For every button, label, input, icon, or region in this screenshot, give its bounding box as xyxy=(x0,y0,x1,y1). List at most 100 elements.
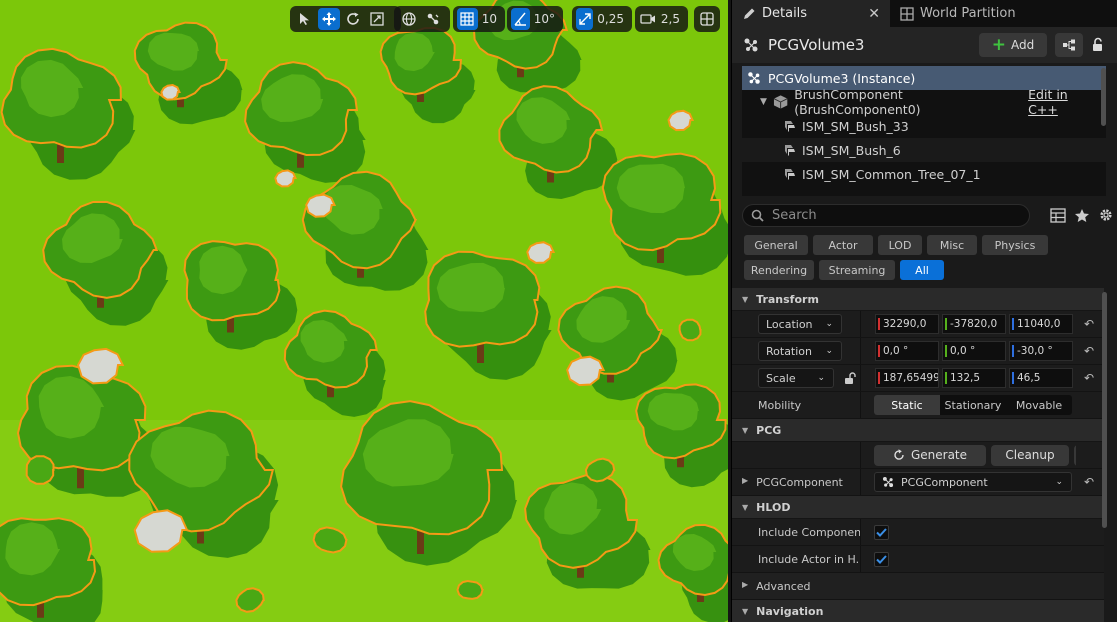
location-y-field[interactable]: -37820,0 xyxy=(942,314,1006,334)
search-input[interactable]: Search xyxy=(742,203,1030,227)
scale-tool-button[interactable] xyxy=(366,8,388,30)
generate-button[interactable]: Generate xyxy=(874,444,986,466)
rotation-y-field[interactable]: 0,0 ° xyxy=(942,341,1006,361)
transform-tools xyxy=(290,6,401,32)
component-child-row[interactable]: ISM_SM_Common_Tree_07_1 xyxy=(742,162,1106,186)
scale-label: Scale xyxy=(766,371,796,385)
expand-arrow-icon: ▼ xyxy=(742,294,749,304)
rotation-snap-toggle[interactable] xyxy=(511,8,530,30)
scale-snap-value[interactable]: 0,25 xyxy=(595,12,628,26)
mobility-row: Mobility Static Stationary Movable xyxy=(732,392,1104,419)
rotation-x-field[interactable]: 0,0 ° xyxy=(875,341,939,361)
grid-snap-toggle[interactable] xyxy=(457,8,478,30)
expand-arrow-icon: ▶ xyxy=(742,579,749,589)
transform-section-header[interactable]: ▼ Transform xyxy=(732,288,1104,311)
filter-rendering-button[interactable]: Rendering xyxy=(744,260,814,280)
reset-arrow-icon[interactable]: ↶ xyxy=(1084,317,1094,331)
mobility-option-movable[interactable]: Movable xyxy=(1006,395,1072,415)
unlock-icon[interactable] xyxy=(844,371,856,385)
component-child-row[interactable]: ISM_SM_Bush_33 xyxy=(742,114,1106,138)
expand-arrow-icon: ▼ xyxy=(742,425,749,435)
tab-details-label: Details xyxy=(762,6,808,21)
camera-speed-value[interactable]: 2,5 xyxy=(659,12,684,26)
scale-x-field[interactable]: 187,65499 xyxy=(875,368,939,388)
component-child-row[interactable]: ISM_SM_Bush_6 xyxy=(742,138,1106,162)
grid-snap-value[interactable]: 10 xyxy=(480,12,501,26)
rotation-label: Rotation xyxy=(766,344,813,358)
rotation-label-cell: Rotation ⌄ xyxy=(732,341,860,361)
details-scrollbar[interactable] xyxy=(1102,292,1107,528)
lock-icon[interactable] xyxy=(1091,37,1107,53)
rotation-vector: 0,0 ° 0,0 ° -30,0 ° xyxy=(875,341,1073,361)
transform-title: Transform xyxy=(756,292,819,306)
column-divider xyxy=(860,392,861,418)
include-actor-label: Include Actor in H... xyxy=(758,552,860,566)
location-vector: 32290,0 -37820,0 11040,0 xyxy=(875,314,1073,334)
viewport-layout-button[interactable] xyxy=(696,8,718,30)
edit-in-cpp-link[interactable]: Edit in C++ xyxy=(1028,87,1098,117)
filter-all-button[interactable]: All xyxy=(900,260,944,280)
translate-tool-button[interactable] xyxy=(318,8,340,30)
pcg-component-dropdown[interactable]: PCGComponent ⌄ xyxy=(874,472,1072,492)
rotation-z-field[interactable]: -30,0 ° xyxy=(1009,341,1073,361)
location-row: Location ⌄ 32290,0 -37820,0 11040,0 ↶ xyxy=(732,311,1104,338)
world-space-button[interactable] xyxy=(398,8,420,30)
clear-button[interactable]: C xyxy=(1074,444,1076,466)
navigation-section-header[interactable]: ▼ Navigation xyxy=(732,600,1104,622)
foliage-scene[interactable] xyxy=(0,0,728,622)
expand-arrow-icon[interactable]: ▶ xyxy=(742,476,748,489)
pencil-icon xyxy=(744,8,755,19)
filter-general-button[interactable]: General xyxy=(744,235,808,255)
pcg-section-header[interactable]: ▼ PCG xyxy=(732,419,1104,442)
mobility-segmented-control: Static Stationary Movable xyxy=(874,395,1072,415)
camera-speed-button[interactable] xyxy=(639,8,657,30)
hlod-section-header[interactable]: ▼ HLOD xyxy=(732,496,1104,519)
cleanup-button[interactable]: Cleanup xyxy=(991,444,1069,466)
component-brush-row[interactable]: ▼ BrushComponent (BrushComponent0) Edit … xyxy=(742,87,1106,117)
filter-physics-button[interactable]: Physics xyxy=(982,235,1048,255)
filter-actor-button[interactable]: Actor xyxy=(813,235,873,255)
filter-row-2: Rendering Streaming All xyxy=(744,260,1117,280)
filter-streaming-button[interactable]: Streaming xyxy=(819,260,895,280)
location-z-field[interactable]: 11040,0 xyxy=(1009,314,1073,334)
collapse-arrow-icon[interactable]: ▼ xyxy=(760,97,767,107)
level-viewport[interactable]: 10 10° 0,25 2,5 xyxy=(0,0,728,622)
property-matrix-icon[interactable] xyxy=(1050,207,1066,223)
scale-dropdown[interactable]: Scale ⌄ xyxy=(758,368,834,388)
rotate-tool-button[interactable] xyxy=(342,8,364,30)
scale-z-field[interactable]: 46,5 xyxy=(1009,368,1073,388)
surface-snap-button[interactable] xyxy=(422,8,444,30)
advanced-row[interactable]: ▶ Advanced xyxy=(732,573,1104,600)
rotation-snap-value[interactable]: 10° xyxy=(532,12,559,26)
pcg-actions-row: Generate Cleanup C xyxy=(732,442,1104,469)
component-tree-scrollbar[interactable] xyxy=(1101,68,1106,126)
pcg-component-value: PCGComponent xyxy=(901,475,988,489)
reset-arrow-icon[interactable]: ↶ xyxy=(1084,344,1094,358)
scale-label-cell: Scale ⌄ xyxy=(732,368,860,388)
reset-arrow-icon[interactable]: ↶ xyxy=(1084,371,1094,385)
location-x-field[interactable]: 32290,0 xyxy=(875,314,939,334)
tab-world-partition[interactable]: World Partition xyxy=(890,0,1026,27)
include-actor-checkbox[interactable] xyxy=(874,551,889,567)
select-tool-button[interactable] xyxy=(294,8,316,30)
location-dropdown[interactable]: Location ⌄ xyxy=(758,314,842,334)
blueprint-button[interactable] xyxy=(1055,33,1083,57)
rotation-dropdown[interactable]: Rotation ⌄ xyxy=(758,341,842,361)
close-tab-icon[interactable]: ✕ xyxy=(868,6,880,22)
favorite-star-icon[interactable] xyxy=(1074,208,1090,223)
filter-lod-button[interactable]: LOD xyxy=(878,235,922,255)
editor-window: 10 10° 0,25 2,5 Details ✕ World Partitio… xyxy=(0,0,1117,622)
tab-details[interactable]: Details ✕ xyxy=(732,0,890,27)
reset-arrow-icon[interactable]: ↶ xyxy=(1084,475,1094,489)
mobility-option-static[interactable]: Static xyxy=(874,395,940,415)
scale-snap-toggle[interactable] xyxy=(576,8,594,30)
settings-gear-icon[interactable] xyxy=(1098,207,1114,223)
advanced-label: Advanced xyxy=(756,579,811,593)
include-actor-row: Include Actor in H... xyxy=(732,546,1104,573)
scale-snap-group: 0,25 xyxy=(572,6,632,32)
filter-misc-button[interactable]: Misc xyxy=(927,235,977,255)
scale-y-field[interactable]: 132,5 xyxy=(942,368,1006,388)
add-component-button[interactable]: + Add xyxy=(979,33,1047,57)
include-components-checkbox[interactable] xyxy=(874,524,889,540)
mobility-option-stationary[interactable]: Stationary xyxy=(940,395,1006,415)
